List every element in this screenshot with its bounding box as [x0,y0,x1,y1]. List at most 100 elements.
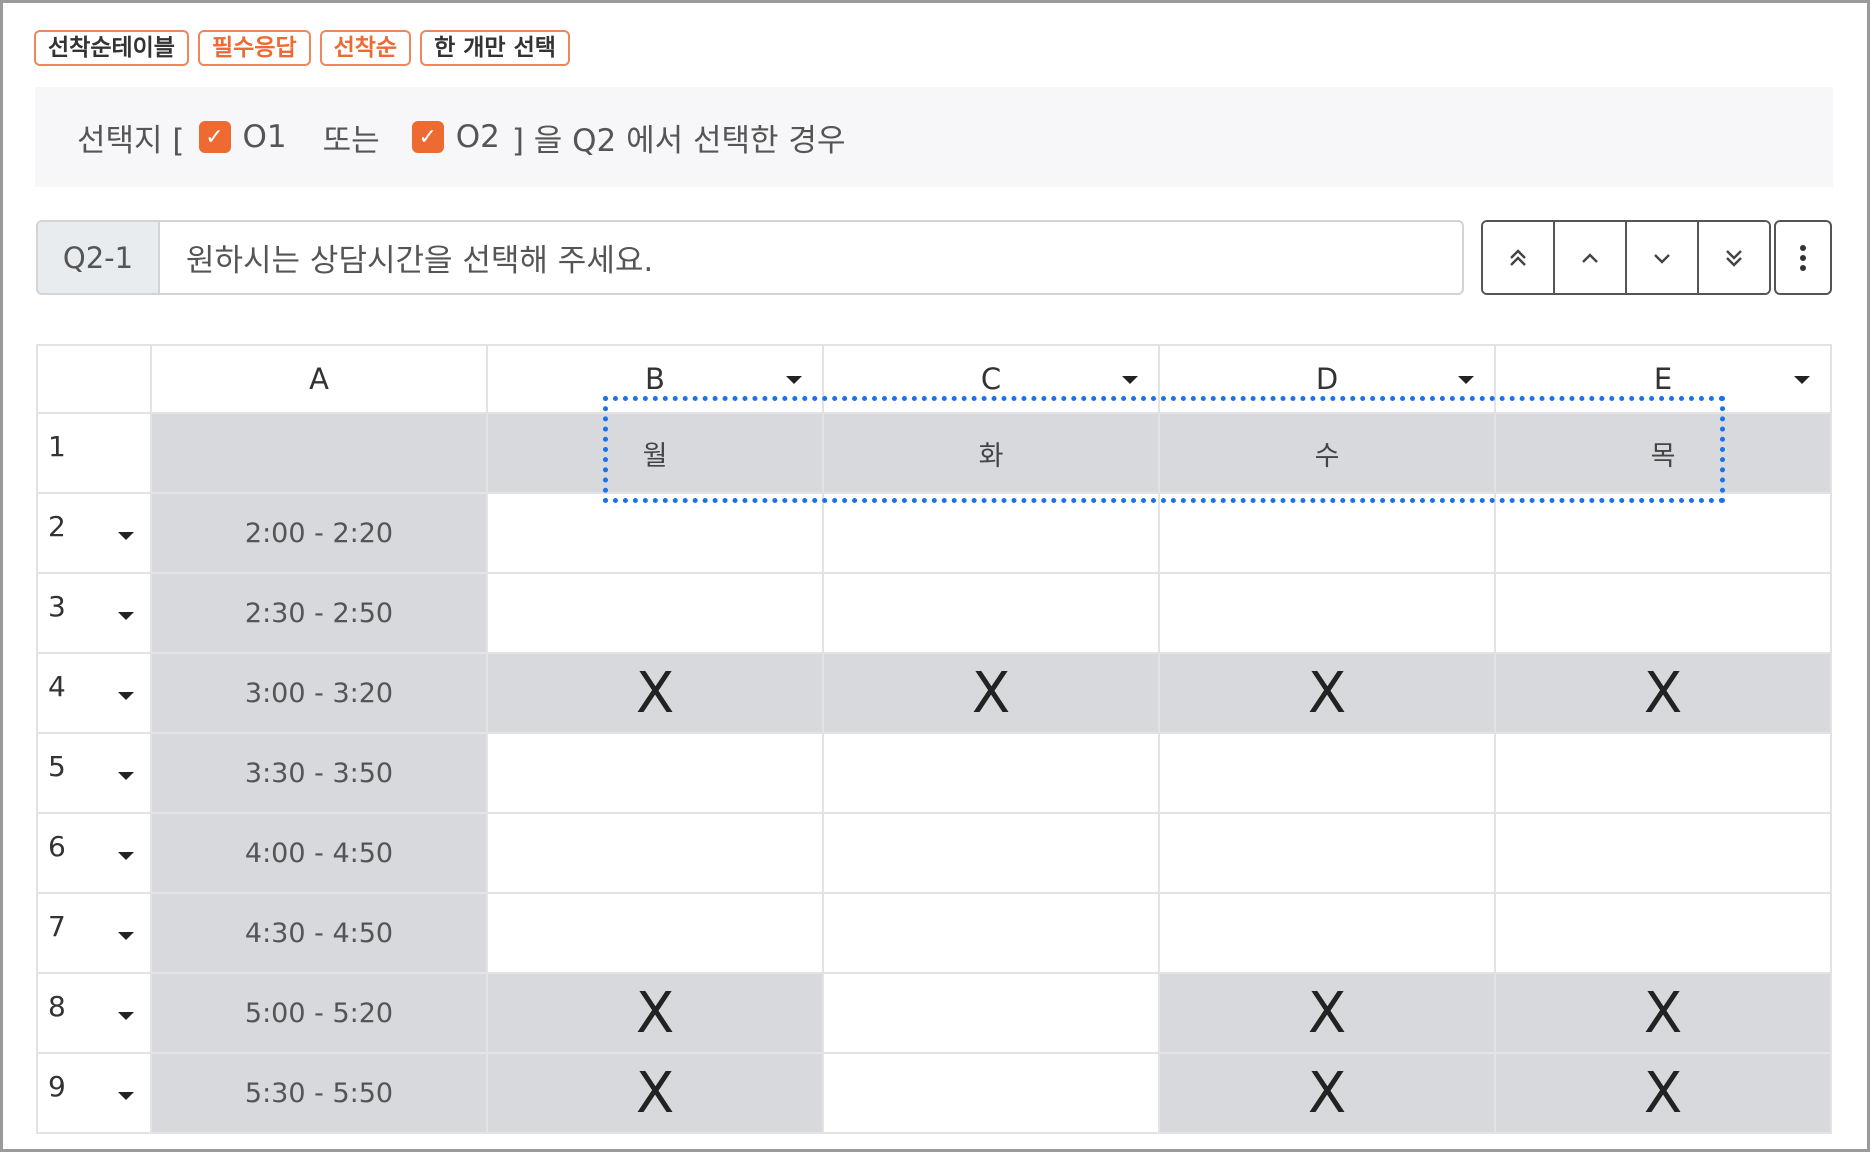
column-header-b[interactable]: B [486,344,824,414]
slot-cell[interactable] [822,1052,1160,1134]
time-slot-cell[interactable]: 5:00 - 5:20 [150,972,488,1054]
row-header[interactable]: 8 [36,972,152,1054]
caret-down-icon[interactable] [118,692,134,700]
slot-cell[interactable] [822,732,1160,814]
tag-single-select: 한 개만 선택 [420,30,570,66]
chevron-up-icon [1582,252,1598,263]
column-label: A [309,362,329,396]
condition-option-2: O2 [455,119,500,155]
table-row: 4 3:00 - 3:20 X X X X [36,652,1832,734]
caret-down-icon[interactable] [1122,376,1138,384]
slot-cell[interactable] [822,812,1160,894]
vertical-dots-icon [1800,244,1806,271]
display-condition: 선택지 [ ✓ O1 또는 ✓ O2 ] 을 Q2 에서 선택한 경우 [35,87,1833,187]
column-label: E [1653,362,1673,396]
closed-slot-cell[interactable]: X [1158,652,1496,734]
day-header-cell[interactable]: 목 [1494,412,1832,494]
time-slot-cell[interactable]: 3:00 - 3:20 [150,652,488,734]
caret-down-icon[interactable] [118,1012,134,1020]
slot-cell[interactable] [1158,812,1496,894]
caret-down-icon[interactable] [118,532,134,540]
row-header[interactable]: 7 [36,892,152,974]
caret-down-icon[interactable] [118,1092,134,1100]
caret-down-icon[interactable] [1458,376,1474,384]
closed-slot-cell[interactable]: X [1494,1052,1832,1134]
closed-slot-cell[interactable]: X [486,652,824,734]
caret-down-icon[interactable] [118,612,134,620]
slot-cell[interactable] [1158,892,1496,974]
column-header-e[interactable]: E [1494,344,1832,414]
row-header[interactable]: 6 [36,812,152,894]
checkbox-o1[interactable]: ✓ [198,121,231,153]
day-header-cell[interactable]: 월 [486,412,824,494]
slot-cell[interactable] [1494,892,1832,974]
move-up-button[interactable] [1555,222,1627,293]
slot-cell[interactable] [822,892,1160,974]
caret-down-icon[interactable] [118,932,134,940]
column-header-d[interactable]: D [1158,344,1496,414]
row-header[interactable]: 3 [36,572,152,654]
slot-cell[interactable] [486,572,824,654]
closed-slot-cell[interactable]: X [486,972,824,1054]
slot-cell[interactable] [1494,492,1832,574]
time-slot-cell[interactable]: 5:30 - 5:50 [150,1052,488,1134]
time-slot-cell[interactable]: 2:00 - 2:20 [150,492,488,574]
question-card: 선착순테이블 필수응답 선착순 한 개만 선택 선택지 [ ✓ O1 또는 ✓ … [0,0,1870,1152]
checkbox-o2[interactable]: ✓ [411,121,444,153]
column-header-c[interactable]: C [822,344,1160,414]
table-body: 1 월 화 수 목 2 2:00 - 2:20 3 2:30 - 2:50 4 3:00 - 3:2… [36,412,1832,1134]
table-row: 9 5:30 - 5:50 X X X [36,1052,1832,1134]
closed-slot-cell[interactable]: X [1158,972,1496,1054]
slot-cell[interactable] [486,732,824,814]
row-header[interactable]: 4 [36,652,152,734]
time-slot-cell[interactable] [150,412,488,494]
slot-cell[interactable] [1494,572,1832,654]
slot-cell[interactable] [1158,492,1496,574]
closed-slot-cell[interactable]: X [822,652,1160,734]
caret-down-icon[interactable] [1794,376,1810,384]
closed-slot-cell[interactable]: X [1494,972,1832,1054]
caret-down-icon[interactable] [786,376,802,384]
double-chevron-up-icon [1510,248,1526,266]
time-slot-cell[interactable]: 4:30 - 4:50 [150,892,488,974]
day-header-cell[interactable]: 화 [822,412,1160,494]
time-slot-cell[interactable]: 3:30 - 3:50 [150,732,488,814]
caret-down-icon[interactable] [118,772,134,780]
more-menu-button[interactable] [1774,220,1832,295]
closed-slot-cell[interactable]: X [1494,652,1832,734]
slot-cell[interactable] [1158,572,1496,654]
closed-slot-cell[interactable]: X [1158,1052,1496,1134]
slot-cell[interactable] [486,812,824,894]
tag-first-come: 선착순 [319,30,412,66]
tag-list: 선착순테이블 필수응답 선착순 한 개만 선택 [34,30,570,66]
question-title-input[interactable]: 원하시는 상담시간을 선택해 주세요. [160,222,1462,293]
day-header-cell[interactable]: 수 [1158,412,1496,494]
move-bottom-button[interactable] [1699,222,1769,293]
slot-cell[interactable] [1494,732,1832,814]
caret-down-icon[interactable] [118,852,134,860]
check-icon: ✓ [205,124,224,150]
table-row: 8 5:00 - 5:20 X X X [36,972,1832,1054]
row-header[interactable]: 5 [36,732,152,814]
table-row: 6 4:00 - 4:50 [36,812,1832,894]
column-label: B [645,362,665,396]
row-number: 3 [48,590,66,623]
slot-cell[interactable] [822,492,1160,574]
time-slot-cell[interactable]: 4:00 - 4:50 [150,812,488,894]
move-down-button[interactable] [1627,222,1699,293]
slot-cell[interactable] [822,572,1160,654]
slot-cell[interactable] [1158,732,1496,814]
slot-cell[interactable] [1494,812,1832,894]
row-header[interactable]: 9 [36,1052,152,1134]
row-header[interactable]: 2 [36,492,152,574]
closed-slot-cell[interactable]: X [486,1052,824,1134]
row-number: 5 [48,750,66,783]
time-slot-cell[interactable]: 2:30 - 2:50 [150,572,488,654]
move-top-button[interactable] [1483,222,1555,293]
column-label: D [1315,362,1339,396]
row-number: 1 [48,430,66,463]
slot-cell[interactable] [486,492,824,574]
slot-cell[interactable] [486,892,824,974]
row-header[interactable]: 1 [36,412,152,494]
slot-cell[interactable] [822,972,1160,1054]
